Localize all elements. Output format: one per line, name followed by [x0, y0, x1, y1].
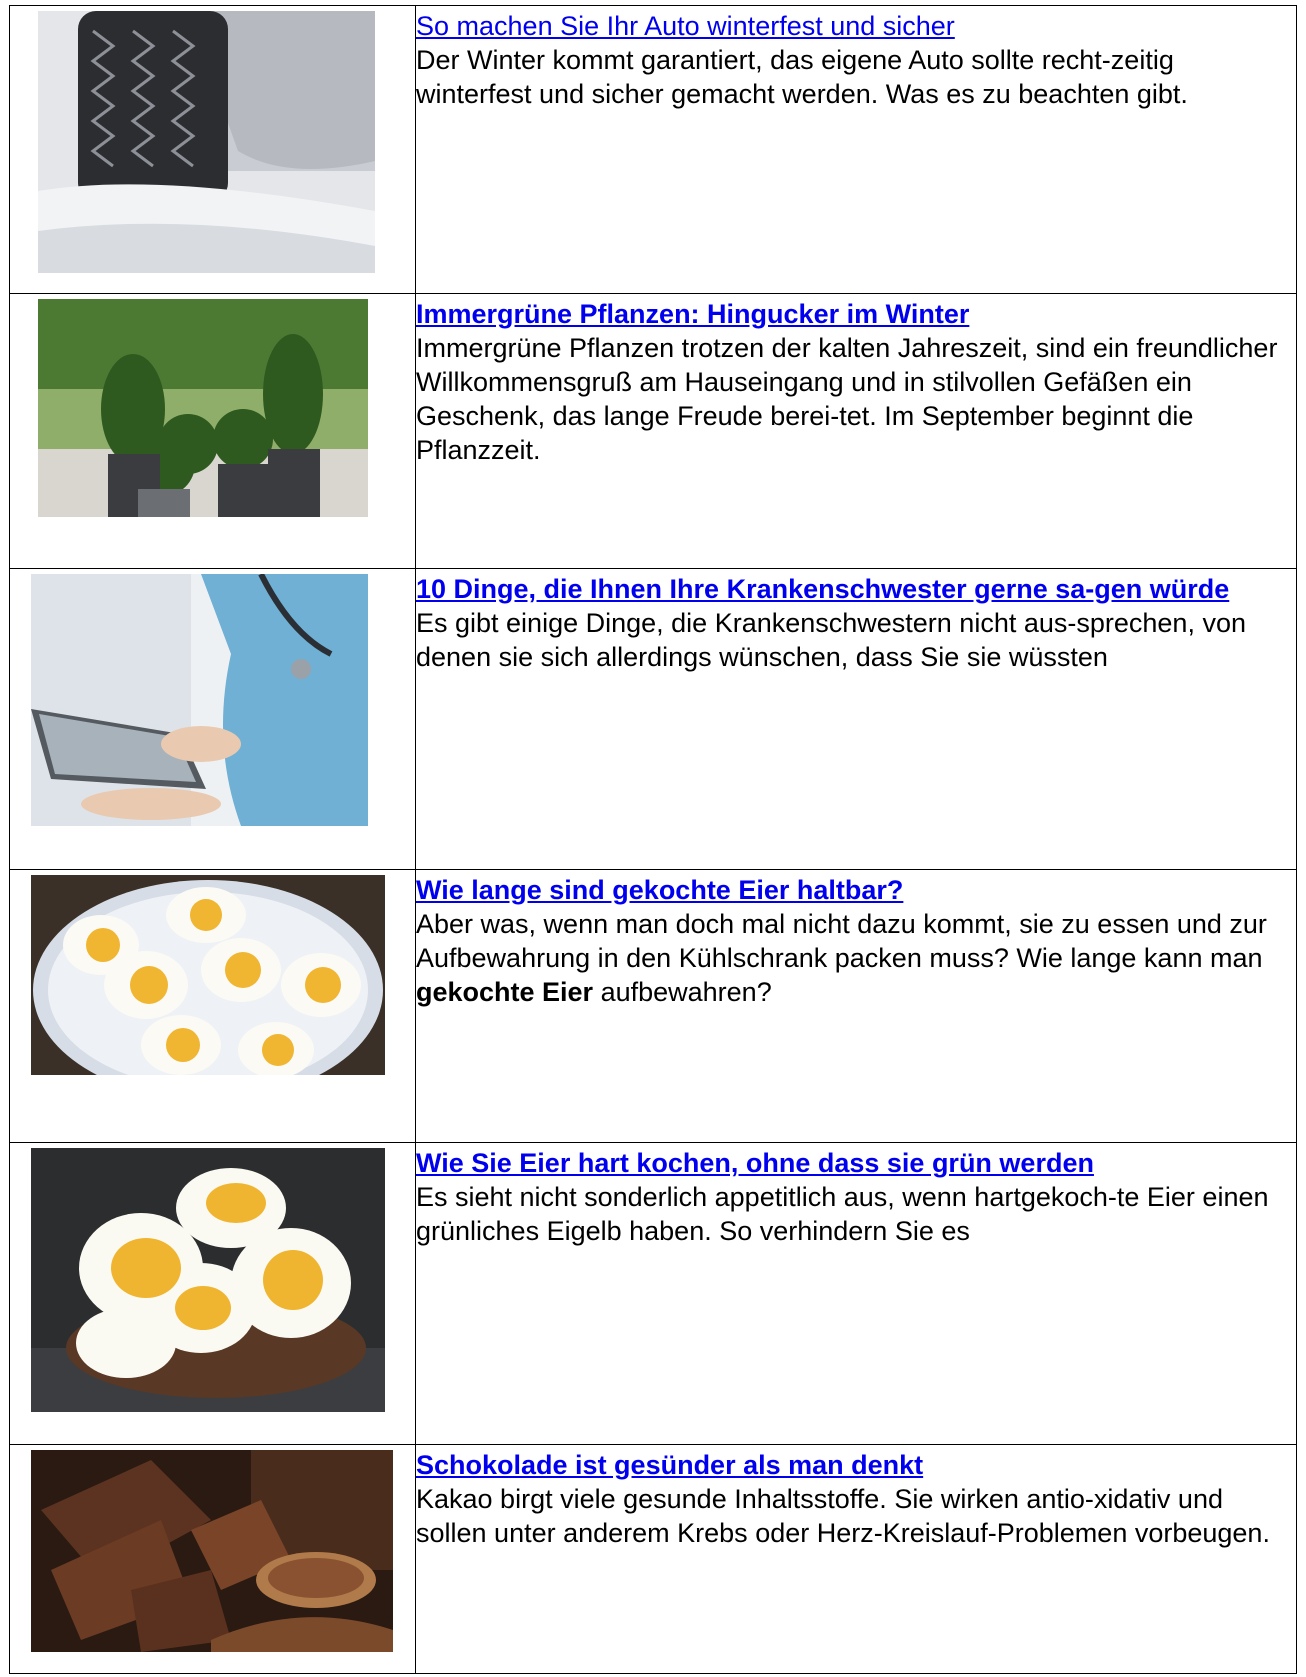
article-headline-link[interactable]: Immergrüne Pflanzen: Hingucker im Winter [416, 297, 1296, 331]
article-text-cell: Wie Sie Eier hart kochen, ohne dass sie … [415, 1142, 1297, 1445]
article-text-cell: So machen Sie Ihr Auto winterfest und si… [415, 5, 1297, 294]
boiled-eggs-bowl-image[interactable] [31, 1148, 385, 1412]
article-headline-link[interactable]: Schokolade ist gesünder als man denkt [416, 1448, 1296, 1482]
article-row: Immergrüne Pflanzen: Hingucker im Winter… [9, 293, 1297, 569]
article-image-cell [9, 869, 416, 1143]
article-text-cell: Wie lange sind gekochte Eier haltbar? Ab… [415, 869, 1297, 1143]
article-teaser: Aber was, wenn man doch mal nicht dazu k… [416, 907, 1296, 1009]
teaser-text-after: aufbewahren? [593, 977, 772, 1007]
article-headline-link[interactable]: So machen Sie Ihr Auto winterfest und si… [416, 9, 1296, 43]
article-row: Wie lange sind gekochte Eier haltbar? Ab… [9, 869, 1297, 1143]
article-row: 10 Dinge, die Ihnen Ihre Krankenschweste… [9, 568, 1297, 870]
article-text-cell: 10 Dinge, die Ihnen Ihre Krankenschweste… [415, 568, 1297, 870]
boiled-eggs-plate-image[interactable] [31, 875, 385, 1075]
article-image-cell [9, 5, 416, 294]
article-headline-link[interactable]: Wie lange sind gekochte Eier haltbar? [416, 873, 1296, 907]
article-image-cell [9, 568, 416, 870]
article-headline-link[interactable]: Wie Sie Eier hart kochen, ohne dass sie … [416, 1146, 1296, 1180]
article-text-cell: Immergrüne Pflanzen: Hingucker im Winter… [415, 293, 1297, 569]
winter-tire-image[interactable] [38, 11, 375, 273]
evergreen-plants-image[interactable] [38, 299, 368, 517]
article-teaser: Es gibt einige Dinge, die Krankenschwest… [416, 608, 1246, 672]
article-image-cell [9, 1444, 416, 1674]
article-text-cell: Schokolade ist gesünder als man denkt Ka… [415, 1444, 1297, 1674]
chocolate-image[interactable] [31, 1450, 393, 1652]
article-row: Schokolade ist gesünder als man denkt Ka… [9, 1444, 1297, 1674]
article-row: So machen Sie Ihr Auto winterfest und si… [9, 5, 1297, 294]
article-teaser: Immergrüne Pflanzen trotzen der kalten J… [416, 333, 1278, 465]
article-headline-link[interactable]: 10 Dinge, die Ihnen Ihre Krankenschweste… [416, 572, 1296, 606]
article-table: So machen Sie Ihr Auto winterfest und si… [9, 5, 1297, 1674]
nurse-image[interactable] [31, 574, 368, 826]
article-image-cell [9, 1142, 416, 1445]
teaser-text-before: Aber was, wenn man doch mal nicht dazu k… [416, 909, 1267, 973]
teaser-bold-text: gekochte Eier [416, 977, 594, 1007]
article-row: Wie Sie Eier hart kochen, ohne dass sie … [9, 1142, 1297, 1445]
article-teaser: Es sieht nicht sonderlich appetitlich au… [416, 1182, 1269, 1246]
article-teaser: Der Winter kommt garantiert, das eigene … [416, 45, 1188, 109]
article-teaser: Kakao birgt viele gesunde Inhaltsstoffe.… [416, 1484, 1270, 1548]
article-image-cell [9, 293, 416, 569]
